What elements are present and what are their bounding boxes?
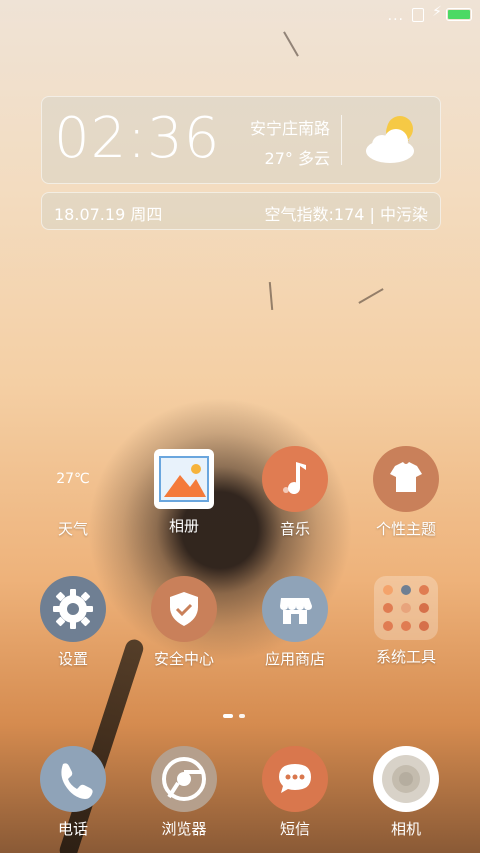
temperature-label: 27° 多云 (264, 149, 330, 168)
app-label: 安全中心 (153, 650, 214, 668)
music-icon (262, 446, 328, 512)
app-label: 个性主题 (375, 520, 436, 538)
page-dot (239, 714, 245, 718)
dock-label: 浏览器 (161, 820, 207, 838)
app-label: 设置 (57, 650, 88, 668)
dock-phone[interactable]: 电话 (23, 746, 123, 839)
weather-app-temp: 27℃ (56, 471, 90, 487)
tshirt-icon (373, 446, 439, 512)
app-security[interactable]: 安全中心 (134, 576, 234, 669)
browser-icon (151, 746, 217, 812)
date-air-bar[interactable]: 18.07.19 周四 空气指数:174 | 中污染 (41, 192, 441, 230)
app-themes[interactable]: 个性主题 (356, 446, 456, 539)
date-label: 18.07.19 周四 (54, 205, 163, 224)
divider (341, 115, 342, 165)
app-label: 系统工具 (375, 648, 436, 666)
app-settings[interactable]: 设置 (23, 576, 123, 669)
partly-cloudy-night-icon (366, 116, 414, 163)
app-label: 相册 (168, 517, 199, 535)
dock-browser[interactable]: 浏览器 (134, 746, 234, 839)
dock-label: 短信 (279, 820, 310, 838)
sim-icon (412, 8, 424, 22)
camera-icon (373, 746, 439, 812)
seed (268, 281, 274, 311)
air-quality-label: 空气指数:174 | 中污染 (264, 205, 429, 224)
shield-icon (151, 576, 217, 642)
store-icon (262, 576, 328, 642)
location-label: 安宁庄南路 (249, 119, 330, 138)
app-label: 应用商店 (264, 650, 325, 668)
app-store[interactable]: 应用商店 (245, 576, 345, 669)
phone-icon (40, 746, 106, 812)
dock-label: 相机 (390, 820, 421, 838)
page-indicator (223, 703, 251, 722)
message-icon (262, 746, 328, 812)
more-icon: ... (387, 8, 404, 24)
app-label: 音乐 (279, 520, 310, 538)
dock-label: 电话 (57, 820, 88, 838)
app-system-tools[interactable]: 系统工具 (356, 576, 456, 667)
seed (283, 31, 299, 57)
app-gallery[interactable]: 相册 (134, 446, 234, 536)
app-music[interactable]: 音乐 (245, 446, 345, 539)
clock-weather-widget[interactable]: 02:36 安宁庄南路 27° 多云 (41, 96, 441, 184)
gear-icon (40, 576, 106, 642)
status-bar: ... ⚡ (0, 0, 480, 28)
app-label: 天气 (57, 520, 88, 538)
battery-icon (446, 8, 472, 21)
app-weather[interactable]: 27℃ 天气 (23, 446, 123, 539)
dock-camera[interactable]: 相机 (356, 746, 456, 839)
folder-icon (374, 576, 438, 640)
clock-time: 02:36 (54, 106, 221, 171)
dock-sms[interactable]: 短信 (245, 746, 345, 839)
charging-icon: ⚡ (432, 4, 442, 20)
seed (358, 288, 384, 304)
gallery-icon (154, 449, 214, 509)
page-dot-active (223, 714, 233, 718)
